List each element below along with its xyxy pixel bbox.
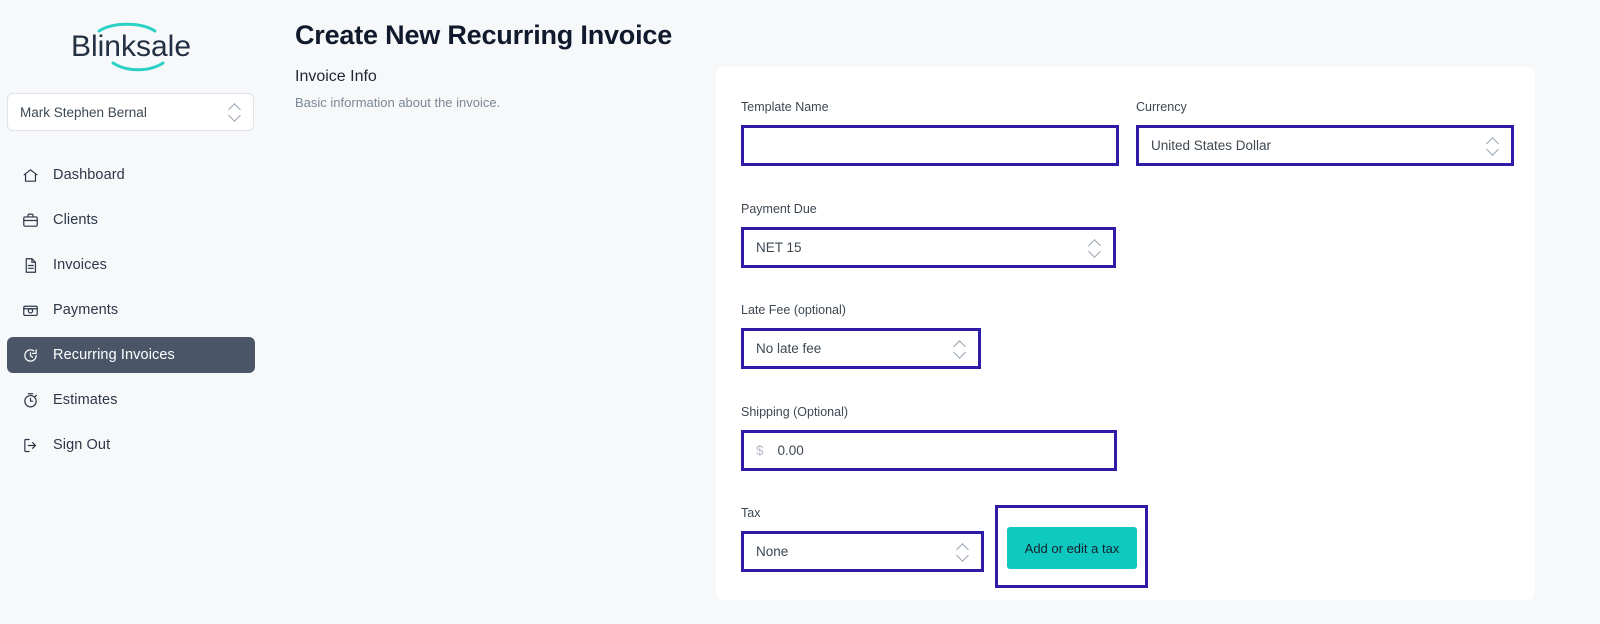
chevron-updown-icon [1089, 239, 1101, 257]
tax-select[interactable]: None [744, 534, 981, 569]
account-name: Mark Stephen Bernal [20, 104, 147, 120]
document-icon [21, 256, 40, 275]
template-name-input[interactable] [744, 128, 1116, 163]
refresh-icon [21, 346, 40, 365]
shipping-value: 0.00 [777, 443, 804, 458]
chevron-updown-icon [957, 543, 969, 561]
sidebar: Blinksale Mark Stephen Bernal Dashboard [0, 0, 262, 624]
payment-due-value: NET 15 [756, 240, 802, 255]
sidebar-item-label: Dashboard [53, 167, 125, 183]
sidebar-item-invoices[interactable]: Invoices [7, 247, 255, 283]
tax-value: None [756, 544, 789, 559]
currency-label: Currency [1136, 100, 1187, 114]
sidebar-item-label: Sign Out [53, 437, 111, 453]
chevron-updown-icon [1487, 137, 1499, 155]
sidebar-item-label: Payments [53, 302, 119, 318]
section-description: Basic information about the invoice. [295, 95, 501, 110]
currency-symbol: $ [756, 443, 764, 458]
sidebar-item-dashboard[interactable]: Dashboard [7, 157, 255, 193]
late-fee-select[interactable]: No late fee [744, 331, 978, 366]
chevron-updown-icon [954, 340, 966, 358]
sidebar-item-label: Recurring Invoices [53, 347, 175, 363]
shipping-input[interactable]: $ 0.00 [744, 433, 1114, 468]
account-switcher[interactable]: Mark Stephen Bernal [7, 93, 254, 131]
add-tax-highlight: Add or edit a tax [995, 505, 1148, 588]
add-or-edit-tax-button[interactable]: Add or edit a tax [1007, 527, 1137, 569]
tax-highlight: None [741, 531, 984, 572]
sidebar-item-clients[interactable]: Clients [7, 202, 255, 238]
briefcase-icon [21, 211, 40, 230]
sidebar-item-recurring-invoices[interactable]: Recurring Invoices [7, 337, 255, 373]
stopwatch-icon [21, 391, 40, 410]
payment-due-select[interactable]: NET 15 [744, 230, 1113, 265]
card-icon [21, 301, 40, 320]
sidebar-item-sign-out[interactable]: Sign Out [7, 427, 255, 463]
blinksale-logo[interactable]: Blinksale [0, 14, 262, 74]
tax-label: Tax [741, 506, 761, 520]
payment-due-label: Payment Due [741, 202, 817, 216]
currency-highlight: United States Dollar [1136, 125, 1514, 166]
sidebar-item-payments[interactable]: Payments [7, 292, 255, 328]
late-fee-value: No late fee [756, 341, 822, 356]
section-title: Invoice Info [295, 68, 377, 85]
sidebar-nav: Dashboard Clients Invoices Payments Recu… [0, 157, 262, 472]
currency-value: United States Dollar [1151, 138, 1272, 153]
chevron-updown-icon [229, 103, 241, 121]
payment-due-highlight: NET 15 [741, 227, 1116, 268]
page-title: Create New Recurring Invoice [295, 20, 673, 51]
shipping-highlight: $ 0.00 [741, 430, 1117, 471]
sign-out-icon [21, 436, 40, 455]
template-name-label: Template Name [741, 100, 829, 114]
shipping-label: Shipping (Optional) [741, 405, 849, 419]
sidebar-item-label: Estimates [53, 392, 118, 408]
sidebar-item-estimates[interactable]: Estimates [7, 382, 255, 418]
late-fee-highlight: No late fee [741, 328, 981, 369]
app-root: Blinksale Mark Stephen Bernal Dashboard [0, 0, 1600, 624]
sidebar-item-label: Invoices [53, 257, 107, 273]
home-icon [21, 166, 40, 185]
invoice-info-card: Template Name Currency United States Dol… [716, 67, 1535, 600]
late-fee-label: Late Fee (optional) [741, 303, 846, 317]
section-header: Invoice Info Basic information about the… [295, 68, 675, 110]
sidebar-item-label: Clients [53, 212, 99, 228]
currency-select[interactable]: United States Dollar [1139, 128, 1511, 163]
svg-text:Blinksale: Blinksale [71, 30, 191, 63]
template-name-highlight [741, 125, 1119, 166]
